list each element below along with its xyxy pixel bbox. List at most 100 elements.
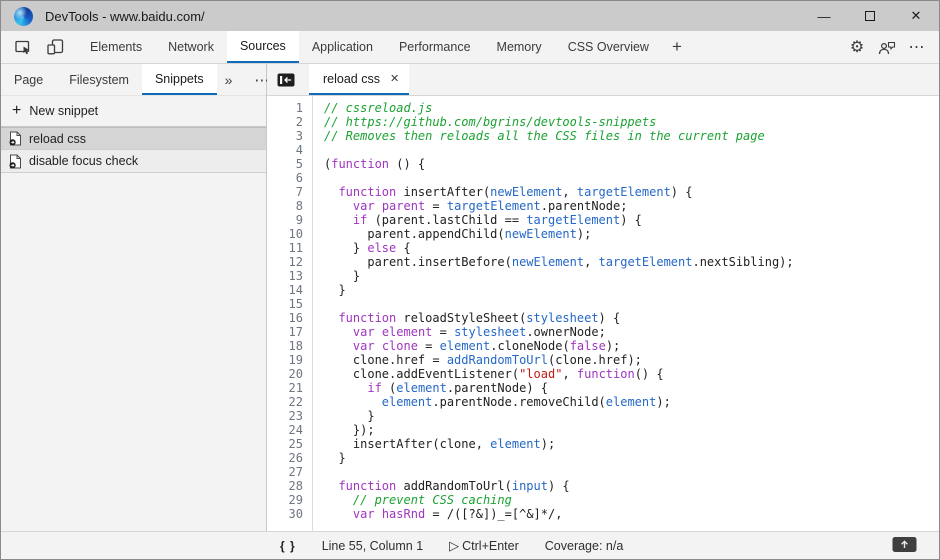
collapse-sidebar-icon <box>277 73 295 87</box>
gear-icon: ⚙ <box>850 37 864 57</box>
navigator-tab-filesystem[interactable]: Filesystem <box>56 64 142 95</box>
code-token: ); <box>606 339 620 353</box>
tab-close-button[interactable]: ✕ <box>390 72 399 85</box>
code-token: element <box>440 339 491 353</box>
snippet-label: reload css <box>29 132 86 146</box>
code-token <box>324 185 338 199</box>
line-number: 25 <box>267 437 303 451</box>
code-token: } <box>324 269 360 283</box>
more-options-button[interactable]: ⋯ <box>905 35 929 59</box>
tab-css-overview[interactable]: CSS Overview <box>555 31 662 63</box>
run-shortcut-label: Ctrl+Enter <box>462 539 519 553</box>
line-number: 19 <box>267 353 303 367</box>
code-token <box>324 479 338 493</box>
close-icon: ✕ <box>390 73 399 85</box>
code-token: // Removes then reloads all the CSS file… <box>324 129 765 143</box>
code-token: .nextSibling); <box>692 255 793 269</box>
tab-application[interactable]: Application <box>299 31 386 63</box>
code-token: hasRnd <box>375 507 426 521</box>
tab-network[interactable]: Network <box>155 31 227 63</box>
line-number: 3 <box>267 129 303 143</box>
minimize-button[interactable]: — <box>801 1 847 31</box>
navigator-tab-list: PageFilesystemSnippets <box>1 64 217 95</box>
snippet-list: reload css disable focus check <box>1 127 266 173</box>
code-line: var element = stylesheet.ownerNode; <box>324 325 939 339</box>
code-token: function <box>331 157 389 171</box>
code-line: var parent = targetElement.parentNode; <box>324 199 939 213</box>
tab-sources[interactable]: Sources <box>227 31 299 63</box>
code-token: newElement <box>512 255 584 269</box>
code-token: insertAfter( <box>396 185 490 199</box>
code-token: else <box>367 241 396 255</box>
tab-performance[interactable]: Performance <box>386 31 484 63</box>
code-token: function <box>338 311 396 325</box>
code-line <box>324 171 939 185</box>
show-drawer-button[interactable] <box>892 536 917 555</box>
code-token: } <box>324 409 375 423</box>
code-token: var <box>353 325 375 339</box>
navigator-tab-snippets[interactable]: Snippets <box>142 64 217 95</box>
code-line <box>324 143 939 157</box>
code-token: = <box>425 199 447 213</box>
code-token: if <box>367 381 381 395</box>
run-snippet-button[interactable]: ▷ Ctrl+Enter <box>449 538 519 554</box>
code-token <box>324 395 382 409</box>
code-token: .cloneNode( <box>490 339 569 353</box>
code-line: var hasRnd = /([?&])_=[^&]*/, <box>324 507 939 521</box>
navigator-tab-page[interactable]: Page <box>1 64 56 95</box>
pretty-print-button[interactable]: { } <box>280 539 296 553</box>
hide-navigator-button[interactable] <box>267 64 305 95</box>
code-token: }); <box>324 423 375 437</box>
editor-pane: reload css ✕ 123456789101112131415161718… <box>267 64 939 531</box>
code-token: if <box>353 213 367 227</box>
minimize-icon: — <box>818 9 831 24</box>
code-token <box>324 381 367 395</box>
code-line: } <box>324 451 939 465</box>
code-editor[interactable]: 1234567891011121314151617181920212223242… <box>267 96 939 531</box>
close-button[interactable]: ✕ <box>893 1 939 31</box>
code-token: stylesheet <box>526 311 598 325</box>
snippet-item-reload-css[interactable]: reload css <box>1 127 266 150</box>
code-token: newElement <box>505 227 577 241</box>
device-toolbar-button[interactable] <box>43 35 67 59</box>
code-token: element <box>396 381 447 395</box>
code-token: parent <box>375 199 426 213</box>
code-token: } <box>324 283 346 297</box>
coverage-status: Coverage: n/a <box>545 539 624 553</box>
plus-icon: + <box>12 102 21 120</box>
code-token: false <box>570 339 606 353</box>
settings-button[interactable]: ⚙ <box>845 35 869 59</box>
line-number: 9 <box>267 213 303 227</box>
feedback-button[interactable] <box>875 35 899 59</box>
code-token: reloadStyleSheet( <box>396 311 526 325</box>
more-tabs-button[interactable]: » <box>217 64 241 95</box>
maximize-button[interactable] <box>847 1 893 31</box>
code-line: parent.insertBefore(newElement, targetEl… <box>324 255 939 269</box>
snippet-item-disable-focus-check[interactable]: disable focus check <box>1 150 266 173</box>
code-token: function <box>577 367 635 381</box>
line-number: 4 <box>267 143 303 157</box>
code-token: function <box>338 479 396 493</box>
line-number: 27 <box>267 465 303 479</box>
new-snippet-button[interactable]: + New snippet <box>1 96 266 127</box>
tab-elements[interactable]: Elements <box>77 31 155 63</box>
code-token: stylesheet <box>454 325 526 339</box>
editor-tab-reload-css[interactable]: reload css ✕ <box>309 64 409 95</box>
code-token: element <box>490 437 541 451</box>
code-token <box>324 213 353 227</box>
code-token: var <box>353 507 375 521</box>
code-token <box>324 325 353 339</box>
line-number: 8 <box>267 199 303 213</box>
add-panel-button[interactable]: + <box>662 31 692 63</box>
line-number: 14 <box>267 283 303 297</box>
inspect-element-button[interactable] <box>11 35 35 59</box>
statusbar: { } Line 55, Column 1 ▷ Ctrl+Enter Cover… <box>1 531 939 559</box>
code-token: .parentNode) { <box>447 381 548 395</box>
code-token: // prevent CSS caching <box>353 493 512 507</box>
code-line <box>324 465 939 479</box>
code-token: targetElement <box>577 185 671 199</box>
code-line: parent.appendChild(newElement); <box>324 227 939 241</box>
tab-memory[interactable]: Memory <box>484 31 555 63</box>
code-token: parent.insertBefore( <box>324 255 512 269</box>
code-line: function insertAfter(newElement, targetE… <box>324 185 939 199</box>
